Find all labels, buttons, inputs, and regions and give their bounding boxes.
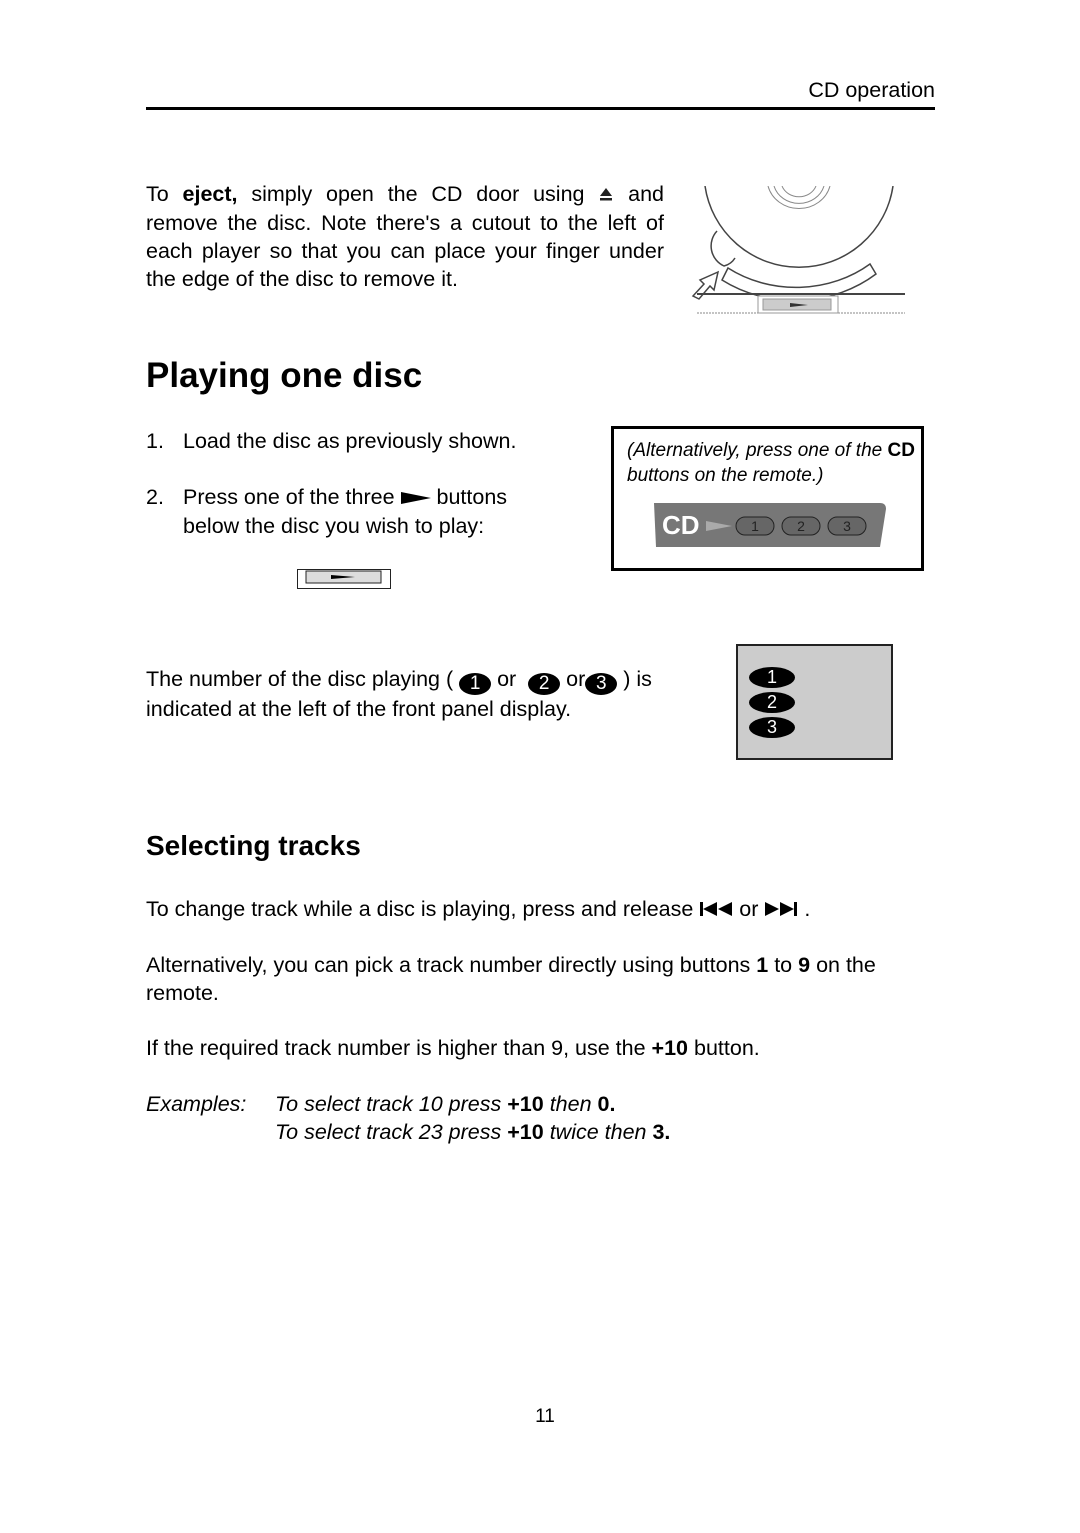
track-direct-paragraph: Alternatively, you can pick a track numb… [146,951,936,1007]
eject-icon [598,181,614,209]
cd-bold: CD [887,440,915,461]
text: . [798,897,811,921]
list-item: 2. Press one of the three buttons below … [146,483,526,540]
text: To select track 23 press [275,1120,508,1144]
eject-bold: eject, [182,182,238,206]
text: or [733,897,765,921]
text: twice then [543,1120,653,1144]
text: To select track 10 press [275,1092,508,1116]
examples-label: Examples: [146,1092,247,1116]
bold: 3. [652,1120,671,1144]
text: or [497,667,517,691]
svg-text:2: 2 [797,518,805,534]
examples: Examples: To select track 10 press +10 t… [146,1090,670,1146]
section-title: CD operation [808,78,935,102]
track-change-paragraph: To change track while a disc is playing,… [146,895,810,924]
remote-button-3: 3 [827,516,867,536]
bold: +10 [507,1092,544,1116]
text: Alternatively, you can pick a track numb… [146,953,757,977]
bold: 0. [597,1092,616,1116]
cd-tray-eject-illustration [690,185,905,318]
heading-playing-one-disc: Playing one disc [146,356,423,395]
step-number: 1. [146,429,164,453]
header-rule [146,107,935,110]
bold-9: 9 [798,953,811,977]
remote-button-1: 1 [735,516,775,536]
front-panel-display-illustration: 1 2 3 [736,644,893,760]
text: Press one of the three [183,485,401,509]
text: button. [688,1036,760,1060]
bold-1: 1 [756,953,769,977]
text: To change track while a disc is playing,… [146,897,700,921]
text: (Alternatively, press one of the [627,440,888,461]
skip-next-icon [764,896,798,924]
remote-note-box: (Alternatively, press one of the CD butt… [611,426,924,571]
remote-cd-buttons-illustration: CD 1 2 3 [648,501,888,551]
example-row: To select track 23 press +10 twice then … [146,1118,670,1146]
panel-badge-2: 2 [749,692,795,713]
example-text: To select track 10 press +10 then 0. [275,1090,615,1118]
remote-cd-label: CD [662,510,700,540]
text: simply open the CD door using [237,182,599,206]
play-icon [400,484,431,512]
panel-badge-3: 3 [749,717,795,738]
example-row: Examples: To select track 10 press +10 t… [146,1090,670,1118]
heading-selecting-tracks: Selecting tracks [146,830,361,861]
bold: +10 [507,1120,544,1144]
disc-badge-2: 2 [528,673,561,695]
text: then [543,1092,598,1116]
svg-text:3: 3 [843,518,851,534]
text: or [566,667,586,691]
step-number: 2. [146,485,164,509]
text: to [768,953,799,977]
play-button-illustration [297,569,391,589]
text: The number of the disc playing ( [146,667,460,691]
skip-previous-icon [699,896,733,924]
remote-note: (Alternatively, press one of the CD butt… [627,438,917,488]
example-text: To select track 23 press +10 twice then … [275,1118,670,1146]
step-text: Press one of the three buttons below the… [183,483,526,540]
eject-paragraph: To eject, simply open the CD door using … [146,180,664,293]
svg-text:1: 1 [751,518,759,534]
list-item: 1. Load the disc as previously shown. [146,427,516,455]
bold-plus10: +10 [651,1036,689,1060]
disc-badge-1: 1 [459,673,492,695]
step-text: Load the disc as previously shown. [183,429,517,453]
text: If the required track number is higher t… [146,1036,652,1060]
page-number: 11 [535,1406,555,1427]
panel-badge-1: 1 [749,667,795,688]
disc-badge-3: 3 [585,673,618,695]
disc-indicator-paragraph: The number of the disc playing ( 1 or 2 … [146,665,716,723]
track-plus10-paragraph: If the required track number is higher t… [146,1034,760,1062]
text: buttons on the remote.) [627,465,824,486]
remote-button-2: 2 [781,516,821,536]
text: To [146,182,183,206]
